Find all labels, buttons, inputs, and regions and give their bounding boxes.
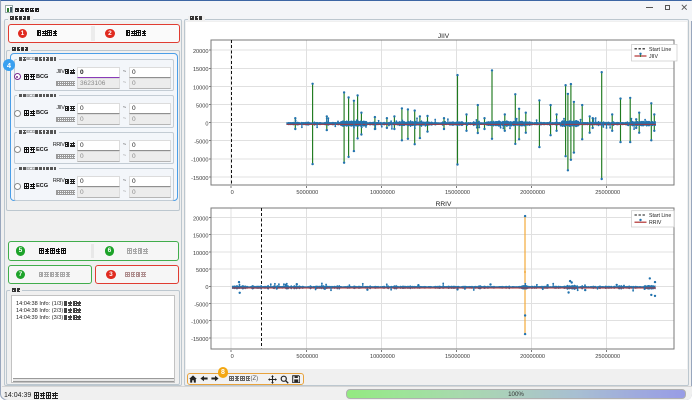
svg-text:RRIV: RRIV [649, 220, 662, 226]
svg-text:RRIV: RRIV [436, 201, 452, 208]
svg-text:5000000: 5000000 [296, 190, 318, 196]
svg-text:Start Line: Start Line [649, 213, 671, 219]
svg-text:10000: 10000 [193, 85, 209, 91]
svg-text:JIIV: JIIV [649, 54, 658, 60]
svg-text:0: 0 [205, 122, 208, 128]
svg-text:15000000: 15000000 [445, 190, 470, 196]
svg-text:5000000: 5000000 [296, 354, 318, 360]
svg-text:Start Line: Start Line [649, 47, 671, 53]
svg-text:20000000: 20000000 [520, 190, 545, 196]
svg-text:20000: 20000 [193, 49, 209, 55]
svg-text:5000: 5000 [196, 103, 208, 109]
svg-text:15000: 15000 [193, 234, 209, 240]
svg-text:25000000: 25000000 [595, 190, 620, 196]
svg-text:-10000: -10000 [191, 320, 208, 326]
svg-text:0: 0 [231, 354, 234, 360]
svg-text:15000000: 15000000 [445, 354, 470, 360]
svg-text:10000: 10000 [193, 251, 209, 257]
svg-text:-5000: -5000 [194, 140, 208, 146]
svg-text:10000000: 10000000 [370, 190, 395, 196]
svg-text:25000000: 25000000 [595, 354, 620, 360]
svg-text:-15000: -15000 [191, 337, 208, 343]
svg-text:0: 0 [231, 190, 234, 196]
svg-text:10000000: 10000000 [370, 354, 395, 360]
svg-text:JIIV: JIIV [438, 33, 450, 40]
svg-text:-10000: -10000 [191, 158, 208, 164]
svg-text:20000: 20000 [193, 216, 209, 222]
svg-text:-5000: -5000 [194, 302, 208, 308]
svg-text:15000: 15000 [193, 67, 209, 73]
svg-text:5000: 5000 [196, 268, 208, 274]
svg-text:-15000: -15000 [191, 176, 208, 182]
svg-text:0: 0 [205, 285, 208, 291]
svg-text:20000000: 20000000 [520, 354, 545, 360]
